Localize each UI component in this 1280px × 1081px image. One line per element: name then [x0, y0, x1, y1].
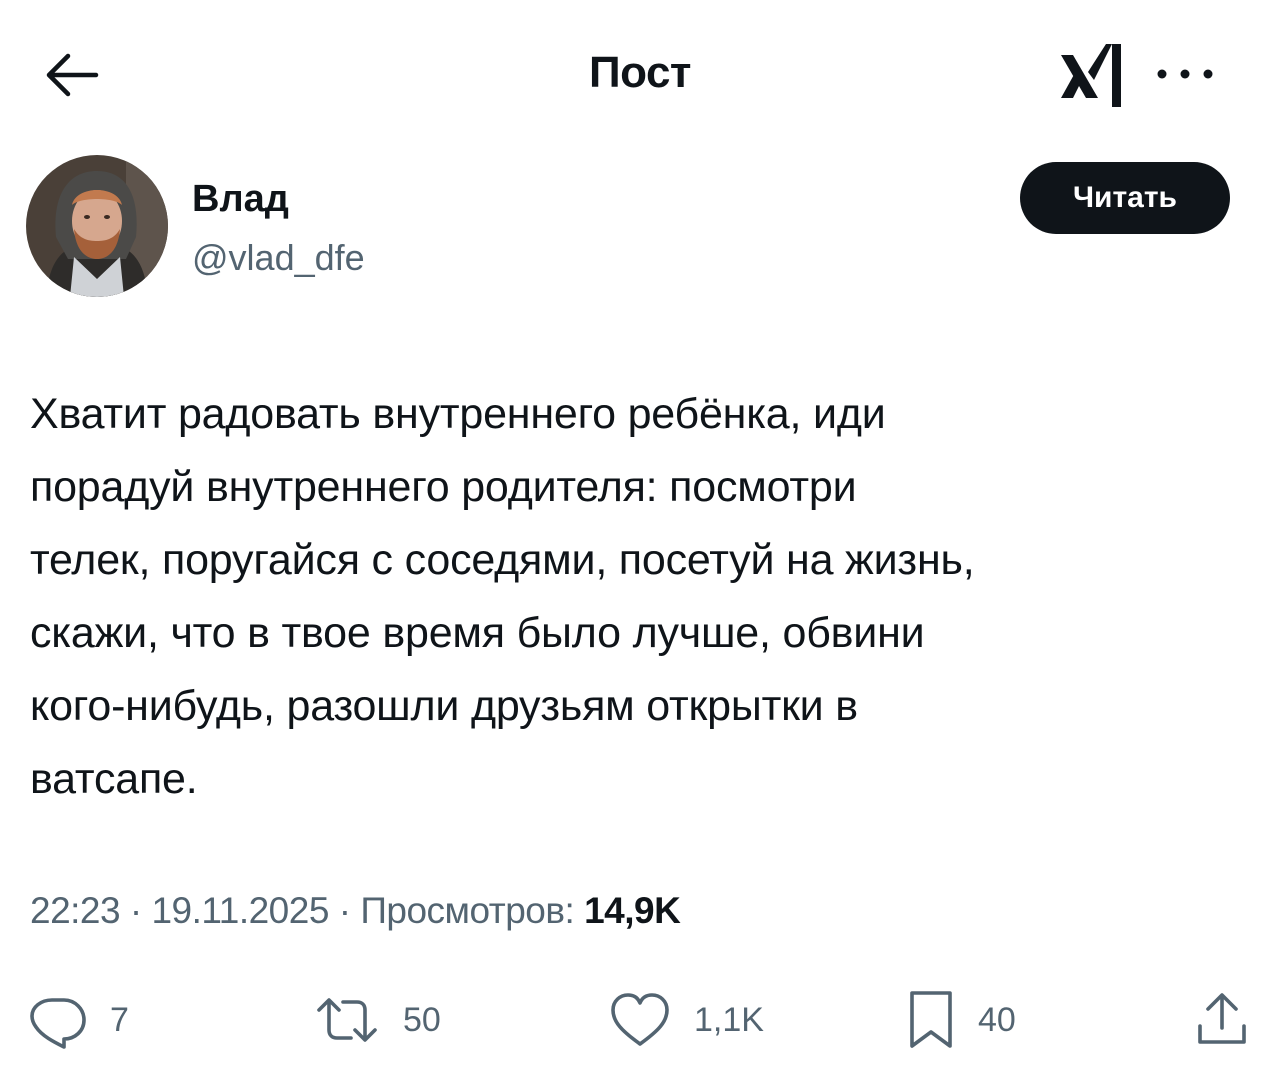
like-count: 1,1K	[694, 1000, 764, 1039]
post-time[interactable]: 22:23	[30, 890, 121, 931]
reply-button[interactable]: 7	[28, 985, 129, 1055]
avatar[interactable]	[26, 155, 168, 297]
post-text-line: скажи, что в твое время было лучше, обви…	[30, 609, 925, 657]
post-meta: 22:23 · 19.11.2025 · Просмотров: 14,9K	[30, 890, 681, 932]
follow-button[interactable]: Читать	[1020, 162, 1230, 234]
like-button[interactable]: 1,1K	[608, 985, 764, 1055]
post-text-line: кого-нибудь, разошли друзьям открытки в	[30, 682, 858, 730]
more-button[interactable]	[1150, 52, 1220, 96]
post-text-line: телек, поругайся с соседями, посетуй на …	[30, 536, 975, 584]
post-text-line: ватсапе.	[30, 755, 198, 803]
more-dots-icon	[1157, 69, 1213, 79]
post-text-line: Хватит радовать внутреннего ребёнка, иди	[30, 390, 886, 438]
share-button[interactable]	[1194, 985, 1250, 1055]
heart-icon	[611, 993, 669, 1046]
reply-count: 7	[110, 1000, 129, 1039]
post-text: Хватит радовать внутреннего ребёнка, иди…	[30, 378, 1260, 816]
meta-separator: ·	[129, 890, 142, 931]
reply-icon	[30, 998, 86, 1049]
author-handle[interactable]: @vlad_dfe	[192, 237, 365, 279]
post-text-line: порадуй внутреннего родителя: посмотри	[30, 463, 857, 511]
bookmark-button[interactable]: 40	[906, 985, 1016, 1055]
action-bar: 7 50 1,1K 40	[0, 985, 1280, 1055]
author-name[interactable]: Влад	[192, 178, 289, 221]
meta-separator: ·	[338, 890, 351, 931]
share-icon	[1198, 993, 1246, 1044]
bookmark-count: 40	[978, 1000, 1016, 1039]
post-date[interactable]: 19.11.2025	[151, 890, 329, 931]
views-count: 14,9K	[584, 890, 681, 931]
repost-button[interactable]: 50	[313, 985, 441, 1055]
x-ai-logo-icon	[1060, 40, 1126, 108]
views-label: Просмотров:	[360, 890, 575, 931]
bookmark-icon	[910, 991, 952, 1048]
repost-icon	[317, 998, 377, 1042]
repost-count: 50	[403, 1000, 441, 1039]
top-bar: Пост	[0, 0, 1280, 150]
